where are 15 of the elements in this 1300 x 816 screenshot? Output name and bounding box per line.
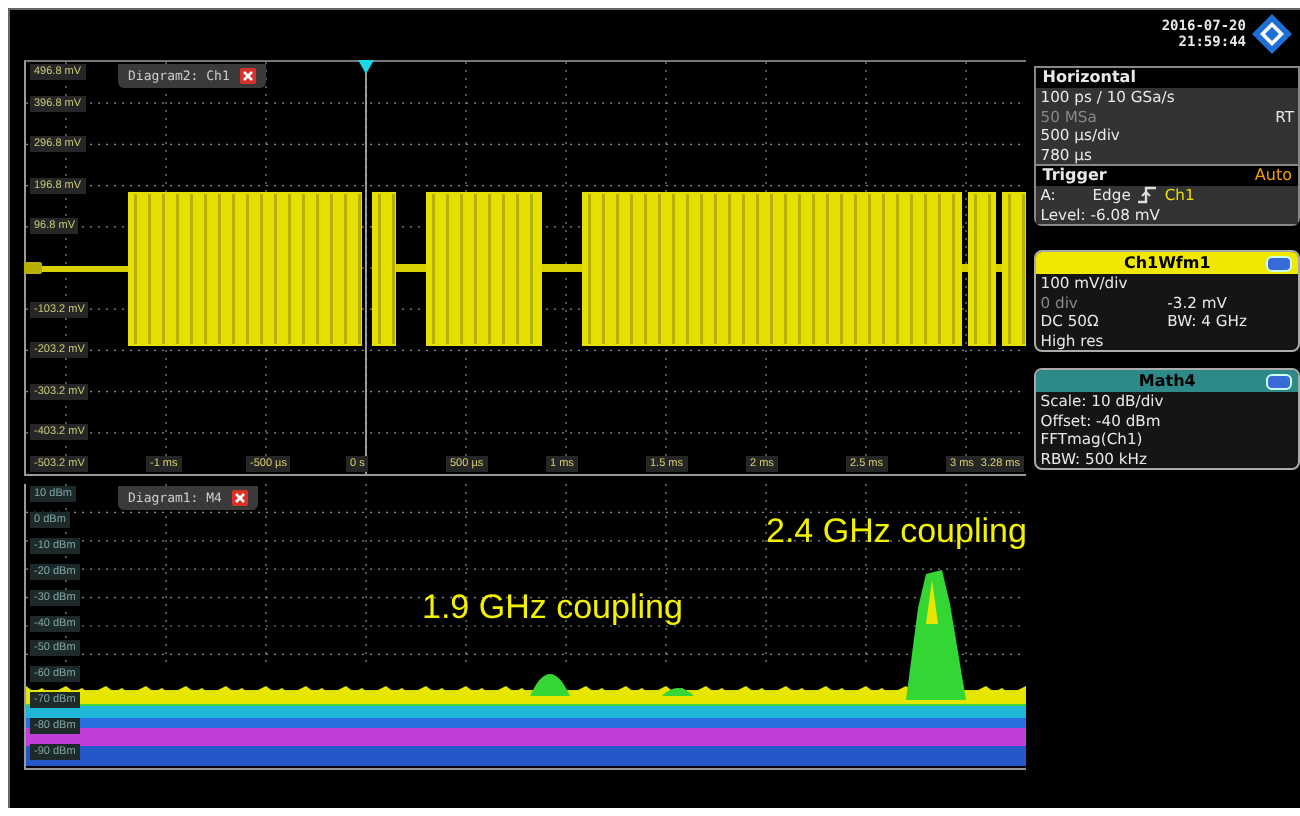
channel-title: Ch1Wfm1 — [1123, 252, 1211, 274]
annotation-text: 1.9 GHz coupling — [422, 588, 683, 628]
minimize-button[interactable] — [1266, 374, 1292, 390]
close-icon[interactable] — [239, 68, 256, 84]
ground-marker-icon[interactable] — [24, 262, 42, 274]
rising-edge-icon — [1138, 186, 1157, 205]
close-icon[interactable] — [231, 490, 248, 506]
channel-title: Math4 — [1138, 370, 1196, 392]
trigger-mode: Auto — [1254, 166, 1292, 186]
trigger-marker-icon[interactable] — [358, 60, 374, 74]
section-header: Trigger — [1042, 166, 1107, 186]
minimize-button[interactable] — [1266, 256, 1292, 272]
diamond-logo-icon — [1252, 14, 1292, 54]
annotation-text: 2.4 GHz coupling — [766, 512, 1027, 552]
section-header: Horizontal — [1036, 68, 1298, 88]
